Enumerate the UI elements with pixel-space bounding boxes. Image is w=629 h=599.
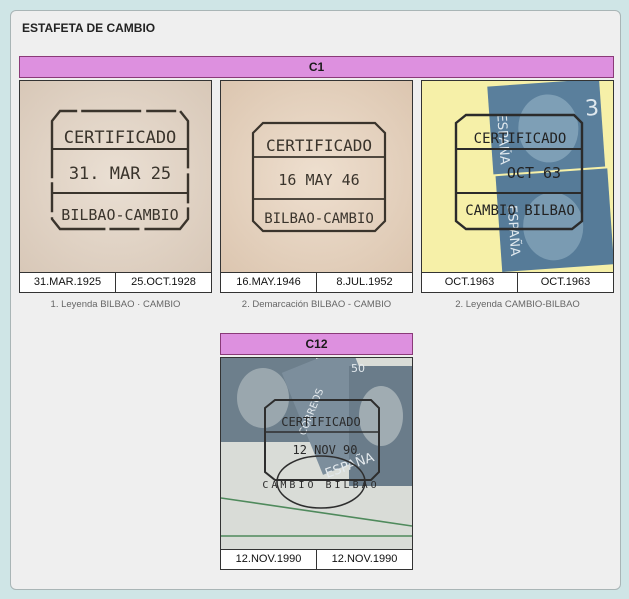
date-start: OCT.1963: [444, 276, 495, 288]
stamp-value: 3: [584, 96, 600, 122]
card-caption: 1. Leyenda BILBAO · CAMBIO: [50, 299, 181, 310]
date-start: 31.MAR.1925: [33, 276, 102, 288]
section-header-c12: C12: [220, 333, 413, 355]
stamp-value: 50: [351, 362, 365, 375]
postmark-date-text: OCT 63: [507, 164, 561, 182]
date-start: 16.MAY.1946: [236, 276, 301, 288]
date-end: 25.OCT.1928: [115, 273, 211, 292]
date-end: 8.JUL.1952: [316, 273, 412, 292]
postmark-image-3[interactable]: ESPAÑA ESPAÑA 3 CERTIFICADO OCT 63 CAMBI…: [421, 80, 614, 273]
postmark-date-text: 31. MAR 25: [69, 164, 171, 184]
date-end: OCT.1963: [517, 273, 613, 292]
section-header-c1: C1: [19, 56, 614, 78]
postmark-bottom-text: CAMBIO BILBAO: [262, 480, 379, 491]
postmark-bottom-text: CAMBIO BILBAO: [465, 203, 575, 219]
card-caption: 2. Leyenda CAMBIO-BILBAO: [455, 299, 580, 310]
postmark-card-2: CERTIFICADO 16 MAY 46 BILBAO-CAMBIO 16.M…: [220, 80, 413, 310]
postmark-date-text: 16 MAY 46: [278, 171, 359, 189]
postmark-date-text: 12 NOV 90: [292, 443, 357, 457]
postmark-bottom-text: BILBAO-CAMBIO: [264, 211, 374, 227]
exchange-office-panel: ESTAFETA DE CAMBIO C1 CERTIFICADO 31. MA…: [10, 10, 621, 590]
date-end: 12.NOV.1990: [316, 550, 412, 569]
postmark-bottom-text: BILBAO-CAMBIO: [61, 206, 178, 224]
postmark-top-text: CERTIFICADO: [474, 131, 567, 147]
date-range-2: 16.MAY.1946 8.JUL.1952: [220, 273, 413, 293]
postmark-card-3: ESPAÑA ESPAÑA 3 CERTIFICADO OCT 63 CAMBI…: [421, 80, 614, 310]
date-range-1: 31.MAR.1925 25.OCT.1928: [19, 273, 212, 293]
panel-title: ESTAFETA DE CAMBIO: [22, 21, 156, 35]
postmark-image-4[interactable]: 50 CORREOS ESPAÑA CERTIFICADO 12 NOV 90 …: [220, 357, 413, 550]
date-range-3: OCT.1963 OCT.1963: [421, 273, 614, 293]
postmark-card-1: CERTIFICADO 31. MAR 25 BILBAO-CAMBIO 31.…: [19, 80, 212, 310]
postmark-top-text: CERTIFICADO: [266, 136, 372, 155]
postmark-image-2[interactable]: CERTIFICADO 16 MAY 46 BILBAO-CAMBIO: [220, 80, 413, 273]
postmark-card-4: 50 CORREOS ESPAÑA CERTIFICADO 12 NOV 90 …: [220, 357, 413, 570]
date-start: 12.NOV.1990: [235, 553, 302, 565]
postmark-top-text: CERTIFICADO: [64, 128, 177, 148]
card-caption: 2. Demarcación BILBAO - CAMBIO: [241, 299, 392, 310]
date-range-4: 12.NOV.1990 12.NOV.1990: [220, 550, 413, 570]
postmark-top-text: CERTIFICADO: [281, 415, 360, 429]
postmark-image-1[interactable]: CERTIFICADO 31. MAR 25 BILBAO-CAMBIO: [19, 80, 212, 273]
